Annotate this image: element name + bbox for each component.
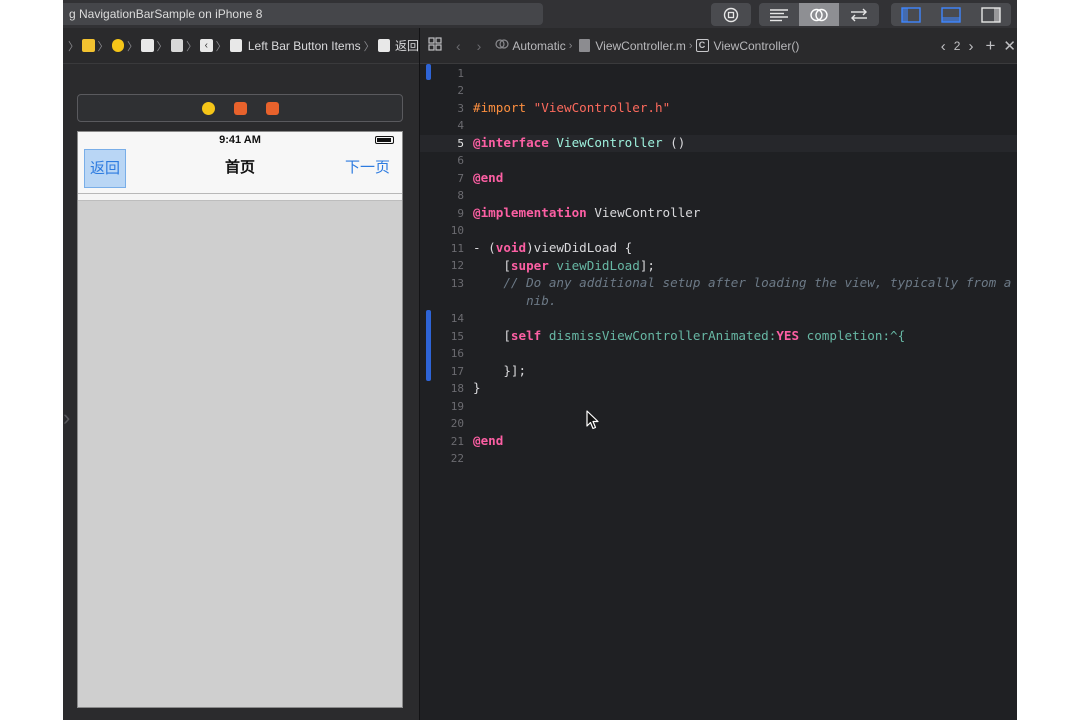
code-line-7[interactable]: @end: [473, 170, 503, 185]
previous-counterpart-icon[interactable]: ‹: [941, 38, 946, 55]
line-number: 3: [457, 102, 464, 115]
next-counterpart-icon[interactable]: ›: [968, 38, 973, 55]
bar-button-items-icon[interactable]: [229, 39, 243, 52]
code-line-21[interactable]: @end: [473, 433, 503, 448]
scheme-selector[interactable]: g NavigationBarSample on iPhone 8: [63, 3, 543, 25]
line-number: 20: [450, 417, 464, 430]
code-line-11[interactable]: - (void)viewDidLoad {: [473, 240, 632, 255]
inspector-panel-icon[interactable]: [971, 3, 1011, 26]
code-line-15[interactable]: [self dismissViewControllerAnimated:YES …: [473, 328, 905, 343]
scene-dock: [77, 94, 403, 122]
jump-file[interactable]: ViewController.m: [595, 39, 685, 53]
toolbar: g NavigationBarSample on iPhone 8: [63, 0, 1017, 28]
code-line-18[interactable]: }: [473, 380, 481, 395]
line-number: 15: [450, 330, 464, 343]
code-editor: ‹ › Automatic › ViewController.m › C Vie…: [419, 28, 1017, 720]
line-number: 17: [450, 365, 464, 378]
line-number: 10: [450, 224, 464, 237]
bar-button-item-icon[interactable]: [377, 39, 391, 52]
code-line-13[interactable]: // Do any additional setup after loading…: [473, 275, 1011, 290]
right-bar-button-next[interactable]: 下一页: [345, 144, 390, 192]
line-number: 7: [457, 172, 464, 185]
line-number: 16: [450, 347, 464, 360]
battery-icon: [375, 136, 394, 144]
line-number: 13: [450, 277, 464, 290]
status-bar: 9:41 AM: [78, 132, 402, 146]
close-editor-icon[interactable]: ✕: [1003, 37, 1016, 55]
file-icon: [579, 39, 591, 52]
scene-icon[interactable]: [111, 39, 125, 52]
automatic-icon: [495, 37, 509, 54]
left-bar-button-back[interactable]: 返回: [84, 149, 126, 188]
change-bar[interactable]: [426, 310, 431, 381]
forward-arrow-icon[interactable]: ›: [477, 38, 482, 54]
chevron-right-icon[interactable]: ›: [63, 406, 75, 430]
code-line-12[interactable]: [super viewDidLoad];: [473, 258, 655, 273]
line-number: 8: [457, 189, 464, 202]
editor-jump-bar: ‹ › Automatic › ViewController.m › C Vie…: [420, 28, 1017, 64]
class-c-icon: C: [695, 39, 709, 52]
line-number: 5: [457, 137, 464, 150]
code-line-17[interactable]: }];: [473, 363, 526, 378]
device-canvas: 9:41 AM 返回 首页 下一页: [77, 131, 403, 708]
code-line-5[interactable]: @interface ViewController (): [473, 135, 685, 150]
stop-button[interactable]: [711, 3, 751, 26]
line-number: 4: [457, 119, 464, 132]
storyboard-icon[interactable]: [82, 39, 95, 52]
navigator-panel-icon[interactable]: [891, 3, 931, 26]
jump-item-back[interactable]: 返回: [395, 37, 419, 54]
jump-symbol[interactable]: ViewController(): [714, 39, 800, 53]
exit-icon[interactable]: [266, 102, 279, 115]
back-arrow-icon[interactable]: ‹: [456, 38, 461, 54]
add-editor-icon[interactable]: +: [985, 36, 995, 56]
jump-item-left-bar-button-items[interactable]: Left Bar Button Items: [248, 39, 361, 53]
ib-jump-bar: 〉 〉 〉 〉 〉 ‹ 〉 Left Bar Button Items 〉 返回: [63, 28, 419, 64]
jump-automatic[interactable]: Automatic: [512, 39, 565, 53]
code-line-3[interactable]: #import "ViewController.h": [473, 100, 670, 115]
line-number: 11: [450, 242, 464, 255]
navigation-item-icon[interactable]: ‹: [200, 39, 213, 52]
code-line-9[interactable]: @implementation ViewController: [473, 205, 700, 220]
view-controller-icon[interactable]: [202, 102, 215, 115]
grid-related-items-icon[interactable]: [428, 37, 442, 54]
mouse-pointer-icon: [586, 410, 599, 430]
panel-toggles: [891, 3, 1011, 26]
debug-panel-icon[interactable]: [931, 3, 971, 26]
line-number: 22: [450, 452, 464, 465]
view-controller-icon[interactable]: [141, 39, 154, 52]
content-top-strip: [78, 194, 402, 201]
counterpart-count: 2: [953, 39, 961, 53]
editor-counterparts: ‹ 2 › + ✕: [937, 28, 1017, 64]
assistant-editor-icon[interactable]: [799, 3, 839, 26]
line-number: 18: [450, 382, 464, 395]
line-number: 14: [450, 312, 464, 325]
line-number: 2: [457, 84, 464, 97]
standard-editor-icon[interactable]: [759, 3, 799, 26]
line-number: 19: [450, 400, 464, 413]
version-editor-icon[interactable]: [839, 3, 879, 26]
line-number: 12: [450, 259, 464, 272]
stop-icon: [711, 3, 751, 26]
interface-builder-pane: 〉 〉 〉 〉 〉 ‹ 〉 Left Bar Button Items 〉 返回: [63, 28, 419, 720]
code-line-13-wrap[interactable]: nib.: [473, 293, 556, 308]
navigation-bar: 返回 首页 下一页: [78, 144, 402, 194]
change-bar[interactable]: [426, 64, 431, 80]
line-number: 6: [457, 154, 464, 167]
line-number: 9: [457, 207, 464, 220]
nav-title: 首页: [224, 159, 255, 176]
line-number: 1: [457, 67, 464, 80]
navigation-bar-icon[interactable]: [170, 39, 184, 52]
first-responder-icon[interactable]: [234, 102, 247, 115]
line-number: 21: [450, 435, 464, 448]
xcode-window: g NavigationBarSample on iPhone 8 〉 〉 〉 …: [63, 0, 1017, 720]
editor-mode-segmented: [759, 3, 879, 26]
